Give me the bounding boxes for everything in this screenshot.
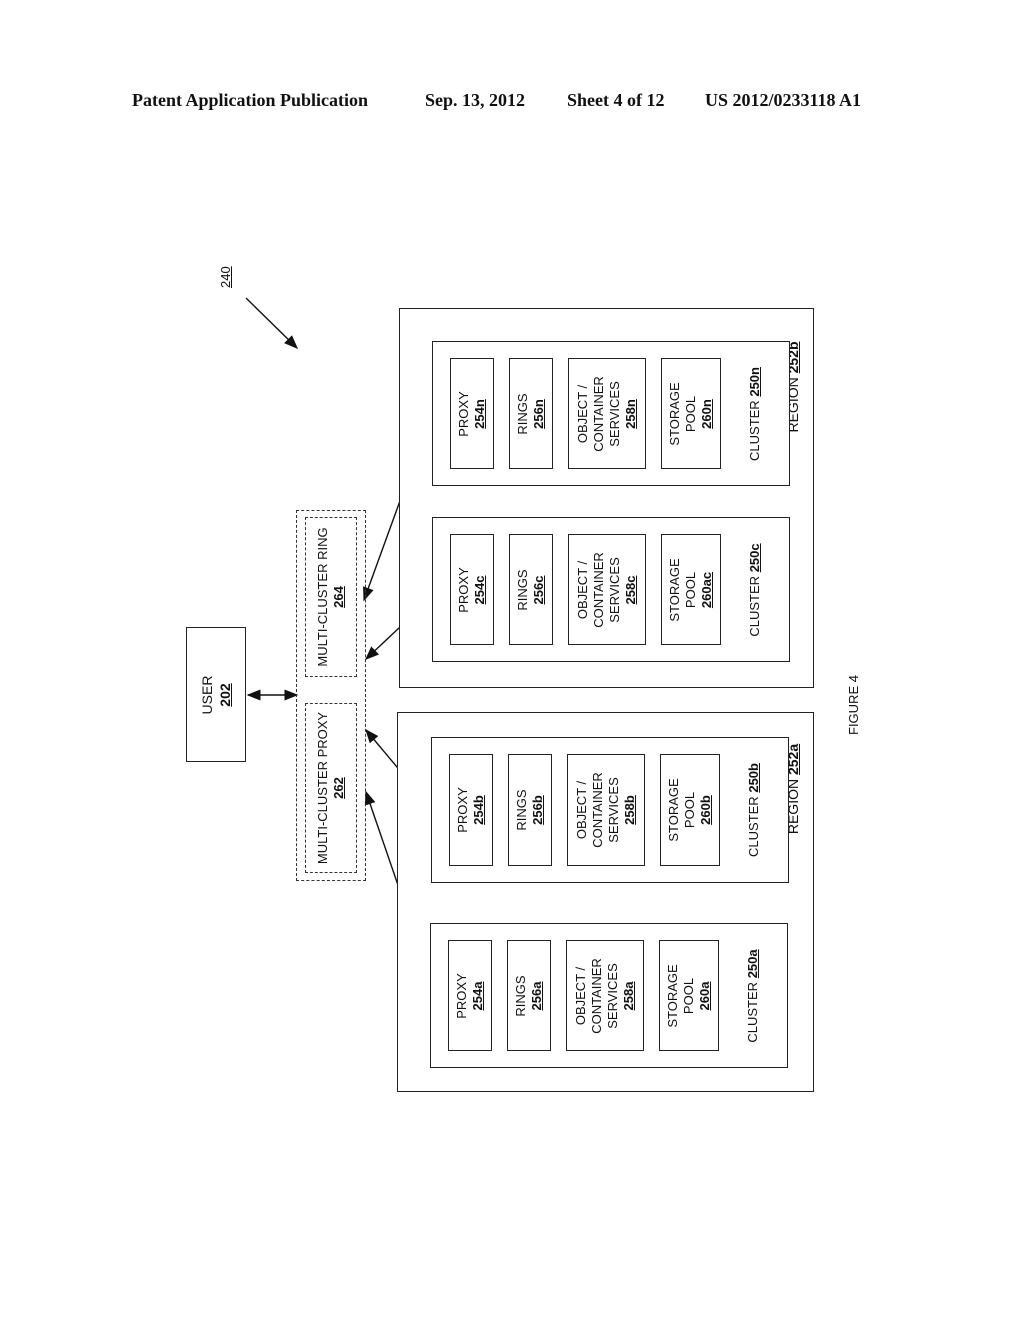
storage-pool-label: STORAGE [667, 557, 682, 622]
rings-box: RINGS 256b [508, 754, 552, 866]
proxy-label: PROXY [455, 787, 470, 833]
rings-label: RINGS [515, 568, 530, 611]
storage-pool-ref: 260n [699, 398, 714, 429]
storage-pool-ref: 260ac [699, 571, 714, 608]
object-container-services-box: OBJECT / CONTAINER SERVICES 258n [568, 358, 646, 469]
storage-pool-label: POOL [681, 977, 696, 1014]
multi-cluster-proxy-label: MULTI-CLUSTER PROXY [315, 711, 330, 865]
object-container-services-label: SERVICES [607, 556, 622, 623]
object-container-services-box: OBJECT / CONTAINER SERVICES 258b [567, 754, 645, 866]
rings-ref: 256c [531, 575, 546, 604]
cluster-box: PROXY 254n RINGS 256n OBJECT / CONTAINER SERVI… [432, 341, 790, 486]
proxy-label: PROXY [456, 390, 471, 437]
rings-label: RINGS [514, 789, 529, 831]
rings-box: RINGS 256c [509, 534, 553, 645]
storage-pool-label: STORAGE [665, 963, 680, 1028]
object-container-services-label: OBJECT / [575, 384, 590, 443]
object-container-services-label: SERVICES [605, 962, 620, 1029]
object-container-services-label: OBJECT / [573, 966, 588, 1025]
cluster-ref: 250b [746, 763, 761, 793]
rings-box: RINGS 256n [509, 358, 553, 469]
cluster-ref: 250a [745, 948, 760, 978]
cluster-box: PROXY 254a RINGS 256a OBJECT / CONTAINER SERVI… [430, 923, 788, 1068]
storage-pool-label: STORAGE [666, 778, 681, 842]
storage-pool-box: STORAGE POOL 260a [659, 940, 719, 1051]
object-container-services-label: OBJECT / [575, 560, 590, 619]
storage-pool-label: POOL [683, 395, 698, 432]
figure-caption: FIGURE 4 [846, 675, 861, 735]
rings-ref: 256b [530, 795, 545, 825]
storage-pool-ref: 260b [698, 795, 713, 825]
storage-pool-label: STORAGE [667, 381, 682, 446]
multi-cluster-proxy-ref: 262 [331, 777, 346, 799]
proxy-box: PROXY 254a [448, 940, 492, 1051]
object-container-services-label: OBJECT / [574, 780, 589, 840]
ref-arrow-240 [245, 297, 298, 349]
proxy-ref: 254b [471, 795, 486, 825]
cluster-ref: 250n [747, 366, 762, 397]
object-container-services-label: CONTAINER [589, 957, 604, 1034]
cluster-label: CLUSTER [747, 399, 762, 461]
user-label: USER [199, 675, 215, 714]
multi-cluster-ring-label: MULTI-CLUSTER RING [315, 527, 330, 667]
proxy-ref: 254c [472, 575, 487, 604]
multi-cluster-ring-ref: 264 [331, 586, 346, 608]
cluster-label: CLUSTER [747, 575, 762, 637]
object-container-services-label: SERVICES [607, 380, 622, 447]
cluster-box: PROXY 254c RINGS 256c OBJECT / CONTAINER SERVI… [432, 517, 790, 662]
cluster-label: CLUSTER [746, 796, 761, 857]
proxy-ref: 254n [472, 398, 487, 429]
storage-pool-ref: 260a [697, 981, 712, 1010]
storage-pool-box: STORAGE POOL 260b [660, 754, 720, 866]
proxy-ref: 254a [470, 981, 485, 1010]
proxy-label: PROXY [454, 972, 469, 1019]
object-container-services-label: CONTAINER [591, 375, 606, 452]
proxy-box: PROXY 254b [449, 754, 493, 866]
object-container-services-ref: 258a [621, 981, 636, 1010]
rings-ref: 256n [531, 398, 546, 429]
object-container-services-box: OBJECT / CONTAINER SERVICES 258a [566, 940, 644, 1051]
multi-cluster-ring-box: MULTI-CLUSTER RING 264 [305, 517, 357, 677]
cluster-box: PROXY 254b RINGS 256b OBJECT / CONTAINER SERVI… [431, 737, 789, 883]
storage-pool-box: STORAGE POOL 260n [661, 358, 721, 469]
cluster-label: CLUSTER [745, 981, 760, 1043]
object-container-services-label: SERVICES [606, 777, 621, 843]
object-container-services-label: CONTAINER [590, 772, 605, 848]
storage-pool-box: STORAGE POOL 260ac [661, 534, 721, 645]
object-container-services-label: CONTAINER [591, 551, 606, 628]
user-ref: 202 [217, 682, 233, 707]
object-container-services-box: OBJECT / CONTAINER SERVICES 258c [568, 534, 646, 645]
proxy-box: PROXY 254n [450, 358, 494, 469]
storage-pool-label: POOL [683, 571, 698, 608]
rings-label: RINGS [515, 392, 530, 435]
proxy-label: PROXY [456, 566, 471, 613]
rings-label: RINGS [513, 974, 528, 1017]
storage-pool-label: POOL [682, 791, 697, 829]
user-box: USER 202 [186, 627, 246, 762]
rings-ref: 256a [529, 981, 544, 1010]
object-container-services-ref: 258b [622, 795, 637, 825]
proxy-box: PROXY 254c [450, 534, 494, 645]
rings-box: RINGS 256a [507, 940, 551, 1051]
multi-cluster-proxy-box: MULTI-CLUSTER PROXY 262 [305, 703, 357, 873]
object-container-services-ref: 258c [623, 575, 638, 604]
object-container-services-ref: 258n [623, 398, 638, 429]
cluster-ref: 250c [747, 542, 762, 572]
